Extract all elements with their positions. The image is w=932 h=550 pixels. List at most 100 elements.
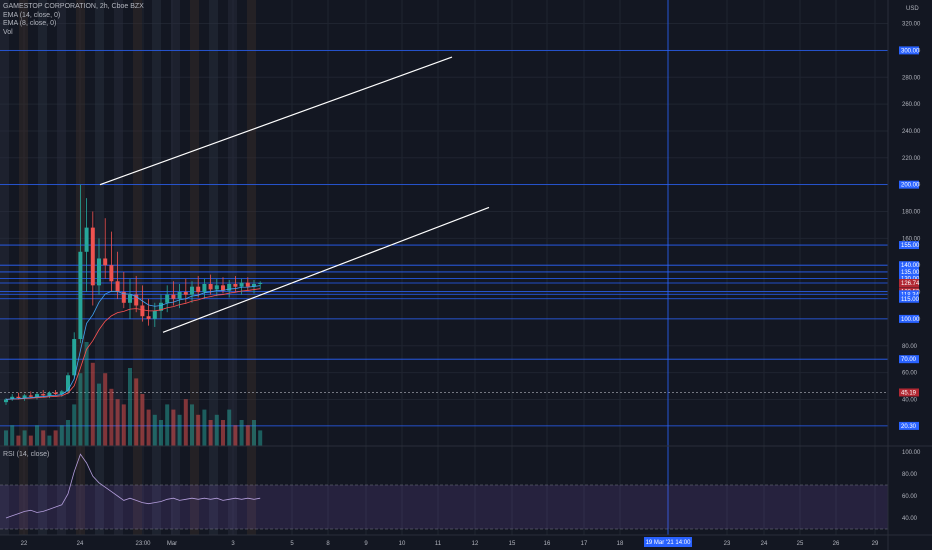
time-tick-label: 16 <box>544 541 551 547</box>
volume-bar <box>177 414 182 446</box>
volume-bar <box>208 420 213 446</box>
price-tick-label: 220.00 <box>902 156 921 162</box>
price-tick-label: 180.00 <box>902 210 921 216</box>
volume-bar <box>152 414 157 446</box>
candle-body <box>41 394 46 396</box>
candle-body <box>140 305 145 317</box>
level-tag-text: 300.00 <box>901 48 920 54</box>
candle-body <box>16 396 21 399</box>
level-tag-text: 155.00 <box>901 243 920 249</box>
candle-body <box>47 392 52 396</box>
session-band <box>114 0 123 535</box>
candle-body <box>146 316 151 319</box>
time-tick-label: 26 <box>833 541 840 547</box>
candle-body <box>28 395 33 397</box>
volume-bar <box>252 420 256 446</box>
candle-body <box>4 399 8 403</box>
volume-bar <box>115 399 120 446</box>
volume-bar <box>28 435 33 446</box>
ema8-label: EMA (8, close, 0) <box>3 20 57 27</box>
volume-bar <box>165 404 170 446</box>
candle-body <box>233 283 238 287</box>
candle-body <box>115 281 120 293</box>
candle-body <box>214 285 219 290</box>
volume-bar <box>134 378 139 446</box>
volume-bar <box>90 362 95 446</box>
price-tick-label: 240.00 <box>902 129 921 135</box>
crosshair-time-text: 19 Mar '21 14:00 <box>646 540 692 546</box>
volume-bar <box>140 394 145 446</box>
volume-bar <box>214 414 219 446</box>
volume-bar <box>227 409 232 446</box>
candle-body <box>78 251 83 340</box>
time-tick-label: 25 <box>797 541 804 547</box>
price-tick-label: 280.00 <box>902 75 921 81</box>
volume-bar <box>47 435 52 446</box>
volume-bar <box>221 420 225 446</box>
candle-body <box>66 375 70 392</box>
volume-bar <box>53 430 58 446</box>
level-tag-text: 45.19 <box>901 390 917 396</box>
session-band <box>171 0 180 535</box>
volume-label: Vol <box>3 28 13 36</box>
price-tick-label: 80.00 <box>902 344 918 350</box>
level-tag-text: 70.00 <box>901 357 917 363</box>
volume-bar <box>4 430 8 446</box>
price-tick-label: 260.00 <box>902 102 921 108</box>
level-tag-text: 115.00 <box>901 297 920 303</box>
price-tick-label: 40.00 <box>902 397 918 403</box>
volume-bar <box>72 404 77 446</box>
candle-body <box>35 394 39 397</box>
volume-bar <box>35 425 39 446</box>
volume-bar <box>128 368 132 446</box>
session-band <box>247 0 256 535</box>
candle-body <box>84 227 89 252</box>
rsi-tick-label: 60.00 <box>902 494 918 500</box>
currency-label: USD <box>906 6 919 12</box>
candle-body <box>208 283 213 290</box>
symbol-title: GAMESTOP CORPORATION, 2h, Cboe BZX <box>3 3 144 10</box>
volume-bar <box>258 430 263 446</box>
rsi-tick-label: 40.00 <box>902 516 918 522</box>
volume-bar <box>202 409 207 446</box>
volume-bar <box>190 404 194 446</box>
volume-bar <box>16 435 21 446</box>
candle-body <box>171 294 176 299</box>
candle-body <box>165 294 170 303</box>
price-chart[interactable]: 320.00 300.00 280.00 260.00 240.00 220.00 200.… <box>0 0 932 550</box>
rsi-tick-label: 100.00 <box>902 450 921 456</box>
volume-bar <box>183 399 188 446</box>
volume-bar <box>233 425 238 446</box>
volume-bar <box>239 420 244 446</box>
candle-body <box>245 282 250 287</box>
volume-bar <box>196 414 201 446</box>
time-tick-label: 10 <box>399 541 406 547</box>
time-tick-label: 23:00 <box>135 541 151 547</box>
candle-body <box>190 286 194 295</box>
candle-body <box>152 310 157 319</box>
session-band <box>228 0 237 535</box>
candle-body <box>97 258 101 286</box>
price-tick-label: 320.00 <box>902 22 921 28</box>
time-tick-label: 22 <box>21 541 28 547</box>
volume-bar <box>146 409 151 446</box>
volume-bar <box>22 430 27 446</box>
session-band <box>209 0 218 535</box>
candle-body <box>72 339 77 376</box>
session-band <box>133 0 142 535</box>
candle-body <box>177 292 182 299</box>
session-band <box>152 0 161 535</box>
volume-bar <box>245 425 250 446</box>
time-tick-label: 23 <box>724 541 731 547</box>
time-tick-label: 17 <box>581 541 588 547</box>
level-tag-text: 100.00 <box>901 317 920 323</box>
session-band <box>190 0 199 535</box>
ema14-label: EMA (14, close, 0) <box>3 11 61 19</box>
time-tick-label: 29 <box>872 541 879 547</box>
volume-bar <box>78 373 83 446</box>
candle-body <box>90 227 95 286</box>
rsi-band <box>0 485 888 529</box>
volume-bar <box>109 388 114 446</box>
price-tick-label: 60.00 <box>902 371 918 377</box>
time-tick-label: 15 <box>509 541 516 547</box>
